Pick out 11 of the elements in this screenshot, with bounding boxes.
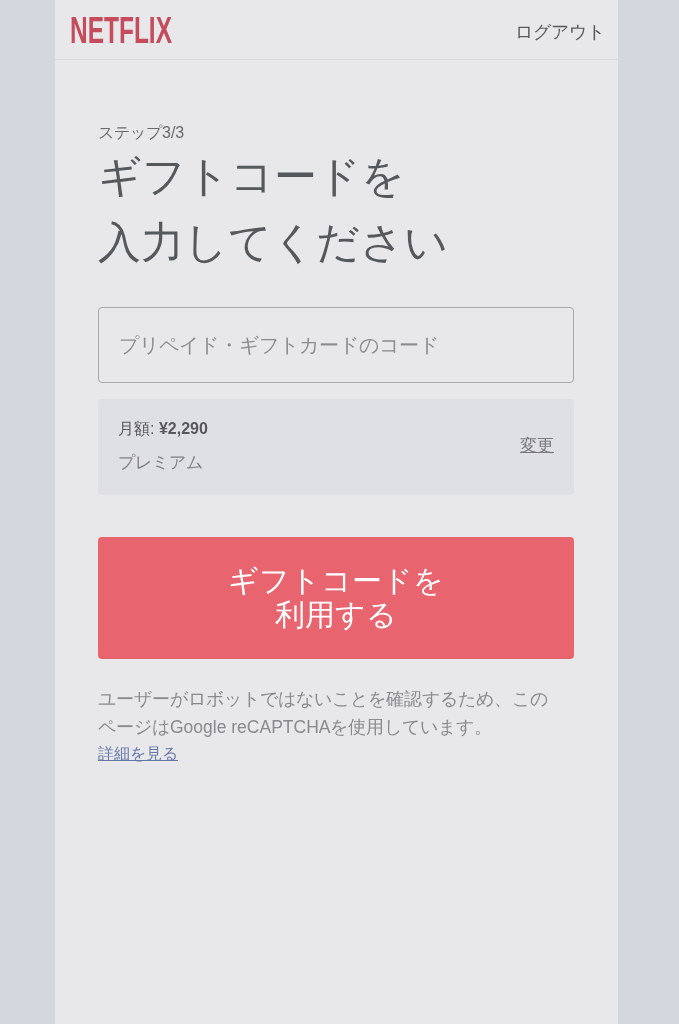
logo[interactable]: NETFLIX	[70, 12, 172, 49]
page-heading: ギフトコードを 入力してください	[98, 151, 449, 268]
step-indicator: ステップ3/3	[98, 123, 186, 143]
redeem-gift-code-button[interactable]: ギフトコードを 利用する	[98, 537, 574, 659]
recaptcha-notice: ユーザーがロボットではないことを確認するため、このページはGoogle reCAPTCHAを使用しています。	[98, 688, 549, 739]
monthly-price: 月額: ¥2,290	[118, 419, 208, 439]
learn-more-link[interactable]: 詳細を見る	[98, 741, 178, 767]
logout-link[interactable]: ログアウト	[515, 19, 605, 46]
change-plan-link[interactable]: 変更	[520, 433, 554, 459]
plan-name: プレミアム	[118, 452, 204, 474]
gift-code-field[interactable]: プリペイド・ギフトカードのコード	[98, 307, 574, 383]
